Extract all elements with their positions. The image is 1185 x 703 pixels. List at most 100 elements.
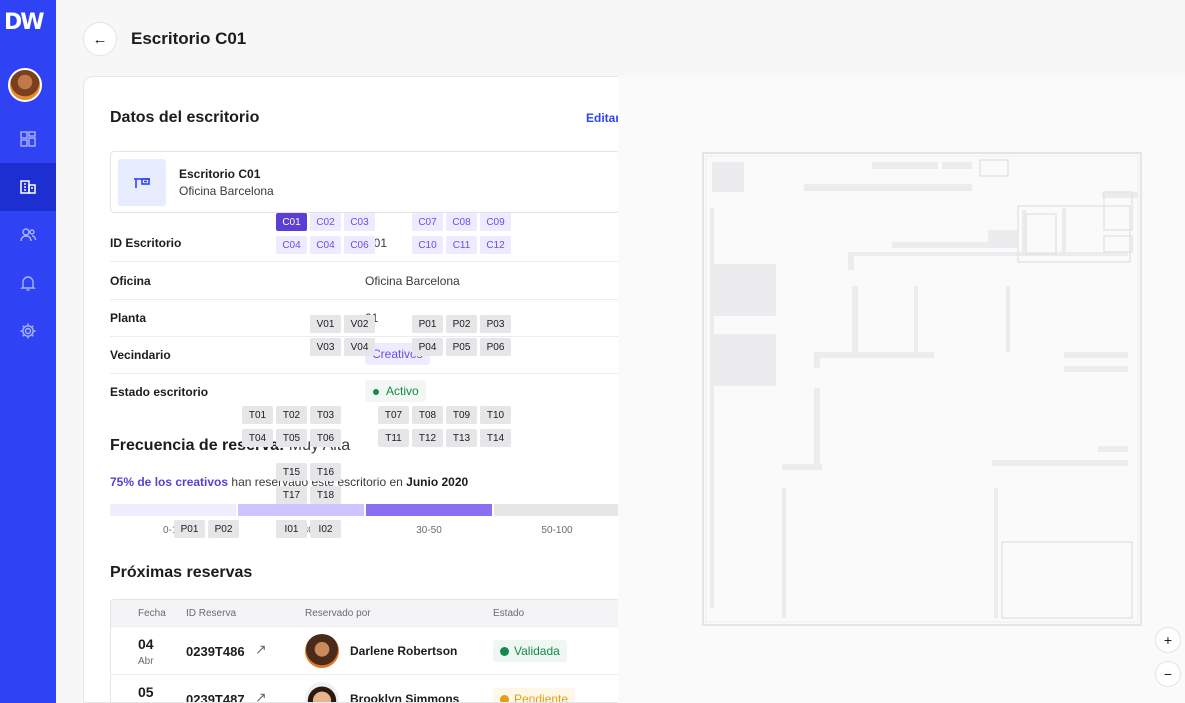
sidebar-item-offices[interactable] xyxy=(0,163,56,211)
desk-c06[interactable]: C06 xyxy=(344,236,375,254)
status-text: Pendiente xyxy=(514,692,569,703)
desk-c04[interactable]: C04 xyxy=(310,236,341,254)
desk-c03[interactable]: C03 xyxy=(344,213,375,231)
desk-c10[interactable]: C10 xyxy=(412,236,443,254)
desk-p01[interactable]: P01 xyxy=(174,520,205,538)
avatar xyxy=(305,682,339,702)
table-row[interactable]: 04 Abr 0239T486 ↗ Darlene Robertson Vali… xyxy=(111,626,619,674)
desk-p04[interactable]: P04 xyxy=(412,338,443,356)
desk-t11[interactable]: T11 xyxy=(378,429,409,447)
sidebar-item-dashboard[interactable] xyxy=(0,115,56,163)
desk-t02[interactable]: T02 xyxy=(276,406,307,424)
desk-i02[interactable]: I02 xyxy=(310,520,341,538)
details-title: Datos del escritorio xyxy=(110,109,260,126)
back-button[interactable]: ← xyxy=(83,22,117,56)
edit-link[interactable]: Editar xyxy=(586,111,620,125)
desk-t07[interactable]: T07 xyxy=(378,406,409,424)
info-label: ID Escritorio xyxy=(110,236,182,250)
desk-name: Escritorio C01 xyxy=(179,167,261,181)
users-icon xyxy=(20,228,37,242)
person-name: Brooklyn Simmons xyxy=(350,692,460,703)
arrow-left-icon: ← xyxy=(92,30,108,48)
frequency-scale-label: 50-100 xyxy=(541,525,573,536)
desk-v04[interactable]: V04 xyxy=(344,338,375,356)
desk-v03[interactable]: V03 xyxy=(310,338,341,356)
desk-summary-card: Escritorio C01 Oficina Barcelona xyxy=(110,151,620,213)
app-logo[interactable]: DW xyxy=(4,10,48,38)
desk-t06[interactable]: T06 xyxy=(310,429,341,447)
desk-c11[interactable]: C11 xyxy=(446,236,477,254)
desk-p06[interactable]: P06 xyxy=(480,338,511,356)
zoom-in-button[interactable]: + xyxy=(1155,627,1181,653)
status-dot-icon xyxy=(373,389,379,395)
info-label: Oficina xyxy=(110,274,151,288)
desk-c04[interactable]: C04 xyxy=(276,236,307,254)
desk-t14[interactable]: T14 xyxy=(480,429,511,447)
floor-plan-walls xyxy=(702,152,1142,626)
table-row[interactable]: 05 0239T487 ↗ Brooklyn Simmons Pendiente xyxy=(111,674,619,703)
zoom-out-button[interactable]: − xyxy=(1155,661,1181,687)
reservation-day: 05 xyxy=(138,684,154,700)
desk-p03[interactable]: P03 xyxy=(480,315,511,333)
frequency-bar xyxy=(110,504,620,516)
desk-v01[interactable]: V01 xyxy=(310,315,341,333)
desk-c07[interactable]: C07 xyxy=(412,213,443,231)
sidebar: DW xyxy=(0,0,56,703)
info-label: Vecindario xyxy=(110,348,171,362)
reservations-table: Fecha ID Reserva Reservado por Estado 04… xyxy=(110,599,620,703)
grid-icon xyxy=(20,131,36,147)
frequency-segment xyxy=(238,504,364,516)
desk-t15[interactable]: T15 xyxy=(276,463,307,481)
status-badge: Pendiente xyxy=(493,688,576,703)
desk-p01[interactable]: P01 xyxy=(412,315,443,333)
frequency-segment xyxy=(110,504,236,516)
desk-p02[interactable]: P02 xyxy=(208,520,239,538)
column-booked-by[interactable]: Reservado por xyxy=(305,608,371,619)
desk-t16[interactable]: T16 xyxy=(310,463,341,481)
minus-icon: − xyxy=(1163,666,1173,682)
desk-t05[interactable]: T05 xyxy=(276,429,307,447)
desk-c01[interactable]: C01 xyxy=(276,213,307,231)
desk-t12[interactable]: T12 xyxy=(412,429,443,447)
status-text: Validada xyxy=(514,644,560,658)
column-date[interactable]: Fecha xyxy=(138,608,166,619)
desk-t01[interactable]: T01 xyxy=(242,406,273,424)
desk-t08[interactable]: T08 xyxy=(412,406,443,424)
frequency-segment xyxy=(366,504,492,516)
plus-icon: + xyxy=(1163,632,1173,648)
desk-i01[interactable]: I01 xyxy=(276,520,307,538)
page-title: Escritorio C01 xyxy=(131,29,247,48)
desk-t04[interactable]: T04 xyxy=(242,429,273,447)
upcoming-title: Próximas reservas xyxy=(110,564,253,581)
desk-t17[interactable]: T17 xyxy=(276,486,307,504)
desk-c12[interactable]: C12 xyxy=(480,236,511,254)
desk-t13[interactable]: T13 xyxy=(446,429,477,447)
sidebar-item-users[interactable] xyxy=(0,211,56,259)
status-badge: Activo xyxy=(365,380,426,402)
frequency-segment xyxy=(494,504,620,516)
desk-c08[interactable]: C08 xyxy=(446,213,477,231)
info-row-office: Oficina Oficina Barcelona xyxy=(110,262,620,300)
floor-plan-map[interactable]: C01 C02 C03 C04 C04 C06 C07 C08 C09 C10 C11 C12 V01 V… xyxy=(174,76,1185,703)
status-text: Activo xyxy=(386,384,419,398)
desk-c09[interactable]: C09 xyxy=(480,213,511,231)
desk-t09[interactable]: T09 xyxy=(446,406,477,424)
desk-t03[interactable]: T03 xyxy=(310,406,341,424)
reservation-id: 0239T486 xyxy=(186,644,245,659)
desk-t18[interactable]: T18 xyxy=(310,486,341,504)
desk-icon xyxy=(118,159,166,206)
info-value: Oficina Barcelona xyxy=(365,274,460,288)
external-link-icon[interactable]: ↗ xyxy=(255,689,267,702)
sidebar-item-notifications[interactable] xyxy=(0,259,56,307)
sidebar-item-settings[interactable] xyxy=(0,307,56,355)
desk-p05[interactable]: P05 xyxy=(446,338,477,356)
external-link-icon[interactable]: ↗ xyxy=(255,641,267,658)
user-avatar[interactable] xyxy=(8,68,42,102)
column-status[interactable]: Estado xyxy=(493,608,524,619)
bell-icon xyxy=(20,276,36,291)
desk-p02[interactable]: P02 xyxy=(446,315,477,333)
desk-t10[interactable]: T10 xyxy=(480,406,511,424)
desk-v02[interactable]: V02 xyxy=(344,315,375,333)
desk-c02[interactable]: C02 xyxy=(310,213,341,231)
column-id[interactable]: ID Reserva xyxy=(186,608,236,619)
